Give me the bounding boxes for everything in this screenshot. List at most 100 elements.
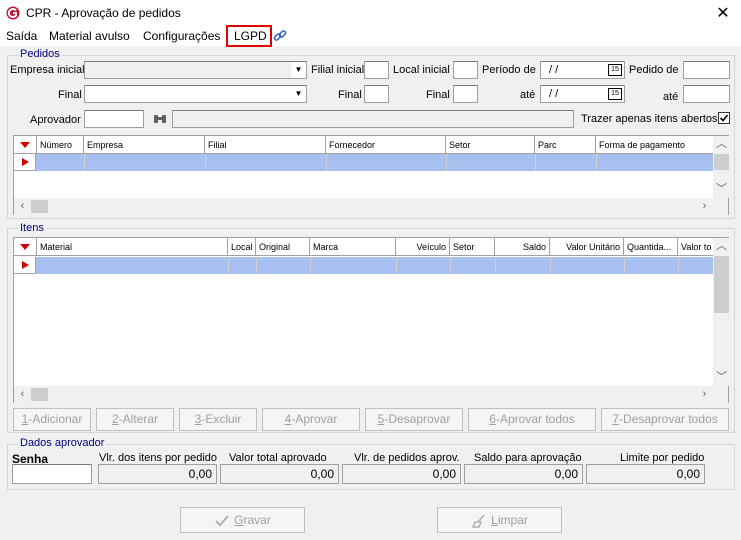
scroll-thumb[interactable] [31,388,48,401]
aprovar-button[interactable]: 4-Aprovar [262,408,360,431]
col-parc[interactable]: Parc [535,136,596,154]
pedidos-vscrollbar[interactable]: ︿ ﹀ [713,136,730,198]
calendar-icon[interactable]: 15 [608,88,622,100]
scroll-thumb[interactable] [31,200,48,213]
scroll-down-icon[interactable]: ﹀ [713,181,730,198]
col-fornecedor[interactable]: Fornecedor [326,136,446,154]
vlr-pedidos-label: Vlr. de pedidos aprov. [354,452,460,464]
periodo-label: Período de [482,64,536,76]
grid-corner[interactable] [14,136,37,154]
limpar-button[interactable]: Limpar [437,507,562,533]
date-to-field[interactable]: / / 15 [540,85,625,103]
date-to-value: / / [549,88,559,100]
local-final-label: Final [426,89,450,101]
col-forma-pagamento[interactable]: Forma de pagamento [596,136,714,154]
vlr-pedidos-value: 0,00 [342,464,461,484]
scroll-up-icon[interactable]: ︿ [713,238,730,255]
menu-saida[interactable]: Saída [6,29,37,43]
scroll-left-icon[interactable]: ‹ [14,198,31,215]
filial-final-field[interactable] [364,85,389,103]
itens-grid[interactable]: Material Local Original Marca Veículo Se… [13,237,730,403]
senha-field[interactable] [12,464,92,484]
desaprovar-button[interactable]: 5-Desaprovar [365,408,463,431]
aprovador-label: Aprovador [30,114,81,126]
col-original[interactable]: Original [256,238,310,256]
col-valor-total[interactable]: Valor to [678,238,714,256]
itens-vscrollbar[interactable]: ︿ ﹀ [713,238,730,386]
menu-material-avulso[interactable]: Material avulso [49,29,130,43]
table-row[interactable] [36,154,714,171]
trazer-checkbox[interactable] [718,112,730,124]
pedidos-hscrollbar[interactable]: ‹ › [14,198,728,215]
col-valor-unitario[interactable]: Valor Unitário [550,238,624,256]
col-numero[interactable]: Número [37,136,84,154]
empresa-final-label: Final [58,89,82,101]
sort-arrow-icon [20,244,30,250]
pedido-ate-label: até [663,91,679,103]
local-final-field[interactable] [453,85,478,103]
scroll-down-icon[interactable]: ﹀ [713,369,730,386]
sort-arrow-icon [20,142,30,148]
date-from-value: / / [549,64,559,76]
row-indicator-icon [14,257,36,274]
col-marca[interactable]: Marca [310,238,396,256]
pedido-ate-field[interactable] [683,85,730,103]
broom-icon [472,514,485,528]
col-setor[interactable]: Setor [446,136,535,154]
gravar-button[interactable]: Gravar [180,507,305,533]
menu-configuracoes[interactable]: Configurações [143,29,220,43]
menu-bar: Saída Material avulso Configurações LGPD [0,27,741,46]
binoculars-icon[interactable] [152,112,168,126]
pedidos-grid-header: Número Empresa Filial Fornecedor Setor P… [14,136,714,154]
scroll-right-icon[interactable]: › [696,386,713,403]
scroll-thumb[interactable] [714,256,729,313]
pedido-de-label: Pedido de [629,64,679,76]
col-saldo[interactable]: Saldo [495,238,550,256]
valor-total-value: 0,00 [220,464,339,484]
dados-aprovador-label: Dados aprovador [18,437,107,449]
trazer-label: Trazer apenas itens abertos [581,113,718,125]
aprovar-todos-button[interactable]: 6-Aprovar todos [468,408,596,431]
app-logo-icon [6,6,20,20]
periodo-ate-label: até [520,89,536,101]
col-material[interactable]: Material [37,238,228,256]
link-icon[interactable] [273,29,287,43]
calendar-icon[interactable]: 15 [608,64,622,76]
empresa-inicial-combo[interactable]: ▼ [84,61,307,79]
excluir-button[interactable]: 3-Excluir [179,408,257,431]
local-inicial-label: Local inicial [393,64,450,76]
empresa-final-combo[interactable]: ▼ [84,85,307,103]
aprovador-code-field[interactable] [84,110,144,128]
filial-inicial-field[interactable] [364,61,389,79]
col-local[interactable]: Local [228,238,256,256]
desaprovar-todos-button[interactable]: 7-Desaprovar todos [601,408,729,431]
grid-corner[interactable] [14,238,37,256]
close-button[interactable]: ✕ [705,0,741,27]
date-from-field[interactable]: / / 15 [540,61,625,79]
adicionar-button[interactable]: 1-Adicionar [13,408,91,431]
local-inicial-field[interactable] [453,61,478,79]
scroll-left-icon[interactable]: ‹ [14,386,31,403]
itens-group-label: Itens [18,222,46,234]
scroll-right-icon[interactable]: › [696,198,713,215]
checkmark-icon [215,515,229,527]
pedido-de-field[interactable] [683,61,730,79]
vlr-itens-label: Vlr. dos itens por pedido [99,452,218,464]
vlr-itens-value: 0,00 [98,464,217,484]
itens-hscrollbar[interactable]: ‹ › [14,386,728,403]
empresa-inicial-label: Empresa inicial [10,64,85,76]
alterar-button[interactable]: 2-Alterar [96,408,174,431]
valor-total-label: Valor total aprovado [229,452,327,464]
col-veiculo[interactable]: Veículo [396,238,450,256]
scroll-thumb[interactable] [714,154,729,170]
col-setor[interactable]: Setor [450,238,495,256]
chevron-down-icon[interactable]: ▼ [291,86,306,102]
table-row[interactable] [36,257,714,274]
aprovador-name-field [172,110,574,128]
scroll-up-icon[interactable]: ︿ [713,136,730,153]
col-quantidade[interactable]: Quantida... [624,238,678,256]
col-filial[interactable]: Filial [205,136,326,154]
chevron-down-icon[interactable]: ▼ [291,62,306,78]
col-empresa[interactable]: Empresa [84,136,205,154]
pedidos-grid[interactable]: Número Empresa Filial Fornecedor Setor P… [13,135,730,215]
